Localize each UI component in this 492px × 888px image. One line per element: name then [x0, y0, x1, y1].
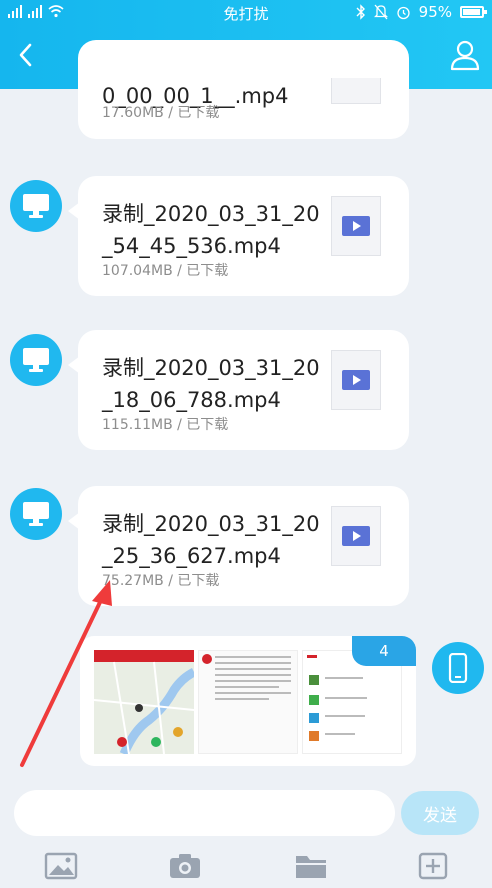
phone-avatar: [432, 642, 484, 694]
app-list-image: [307, 655, 367, 741]
battery-fill: [463, 9, 480, 15]
camera-icon[interactable]: [168, 852, 202, 880]
file-message[interactable]: 录制_2020_03_31_20_25_36_627.mp4 75.27MB /…: [68, 486, 409, 606]
video-thumbnail[interactable]: [331, 506, 381, 566]
file-message[interactable]: 0_00_00_1__.mp4 17.60MB / 已下载: [78, 40, 409, 139]
status-right: 95%: [356, 3, 487, 21]
file-meta: 75.27MB / 已下载: [102, 573, 220, 589]
text-page-image: [202, 654, 291, 700]
file-name: 录制_2020_03_31_20_18_06_788.mp4: [102, 356, 320, 412]
computer-avatar: [10, 488, 62, 540]
play-icon: [342, 370, 370, 390]
file-meta: 17.60MB / 已下载: [102, 105, 220, 121]
bubble-tail: [68, 356, 80, 374]
video-thumbnail[interactable]: [331, 196, 381, 256]
folder-icon[interactable]: [294, 852, 328, 880]
message-input[interactable]: [14, 790, 395, 836]
battery-percent: 95%: [418, 3, 452, 21]
video-thumbnail[interactable]: [331, 350, 381, 410]
bluetooth-icon: [356, 4, 365, 20]
monitor-icon: [23, 502, 49, 526]
video-thumbnail[interactable]: [331, 78, 381, 104]
more-icon[interactable]: [416, 852, 450, 880]
image-icon[interactable]: [44, 852, 78, 880]
play-icon: [342, 216, 370, 236]
file-name: 录制_2020_03_31_20_54_45_536.mp4: [102, 202, 320, 258]
computer-avatar: [10, 334, 62, 386]
image-thumbnail-map[interactable]: [93, 650, 197, 756]
map-image: [93, 650, 197, 756]
monitor-icon: [23, 194, 49, 218]
image-message[interactable]: 4: [80, 636, 416, 766]
monitor-icon: [23, 348, 49, 372]
image-thumbnail-text[interactable]: [198, 650, 298, 754]
alarm-icon: [397, 6, 410, 19]
file-message[interactable]: 录制_2020_03_31_20_54_45_536.mp4 107.04MB …: [68, 176, 409, 296]
user-profile-button[interactable]: [448, 38, 482, 72]
image-count-badge: 4: [352, 636, 416, 666]
status-bar: 免打扰 95%: [0, 0, 492, 24]
bubble-tail: [68, 202, 80, 220]
send-button[interactable]: 发送: [401, 791, 479, 835]
mute-bell-icon: [373, 4, 388, 20]
file-message[interactable]: 录制_2020_03_31_20_18_06_788.mp4 115.11MB …: [68, 330, 409, 450]
file-meta: 107.04MB / 已下载: [102, 263, 229, 279]
file-name: 录制_2020_03_31_20_25_36_627.mp4: [102, 512, 320, 568]
play-icon: [342, 526, 370, 546]
phone-icon: [448, 653, 468, 683]
battery-icon: [460, 6, 487, 18]
computer-avatar: [10, 180, 62, 232]
input-bar: 发送: [0, 774, 492, 888]
file-meta: 115.11MB / 已下载: [102, 417, 229, 433]
bubble-tail: [68, 512, 80, 530]
